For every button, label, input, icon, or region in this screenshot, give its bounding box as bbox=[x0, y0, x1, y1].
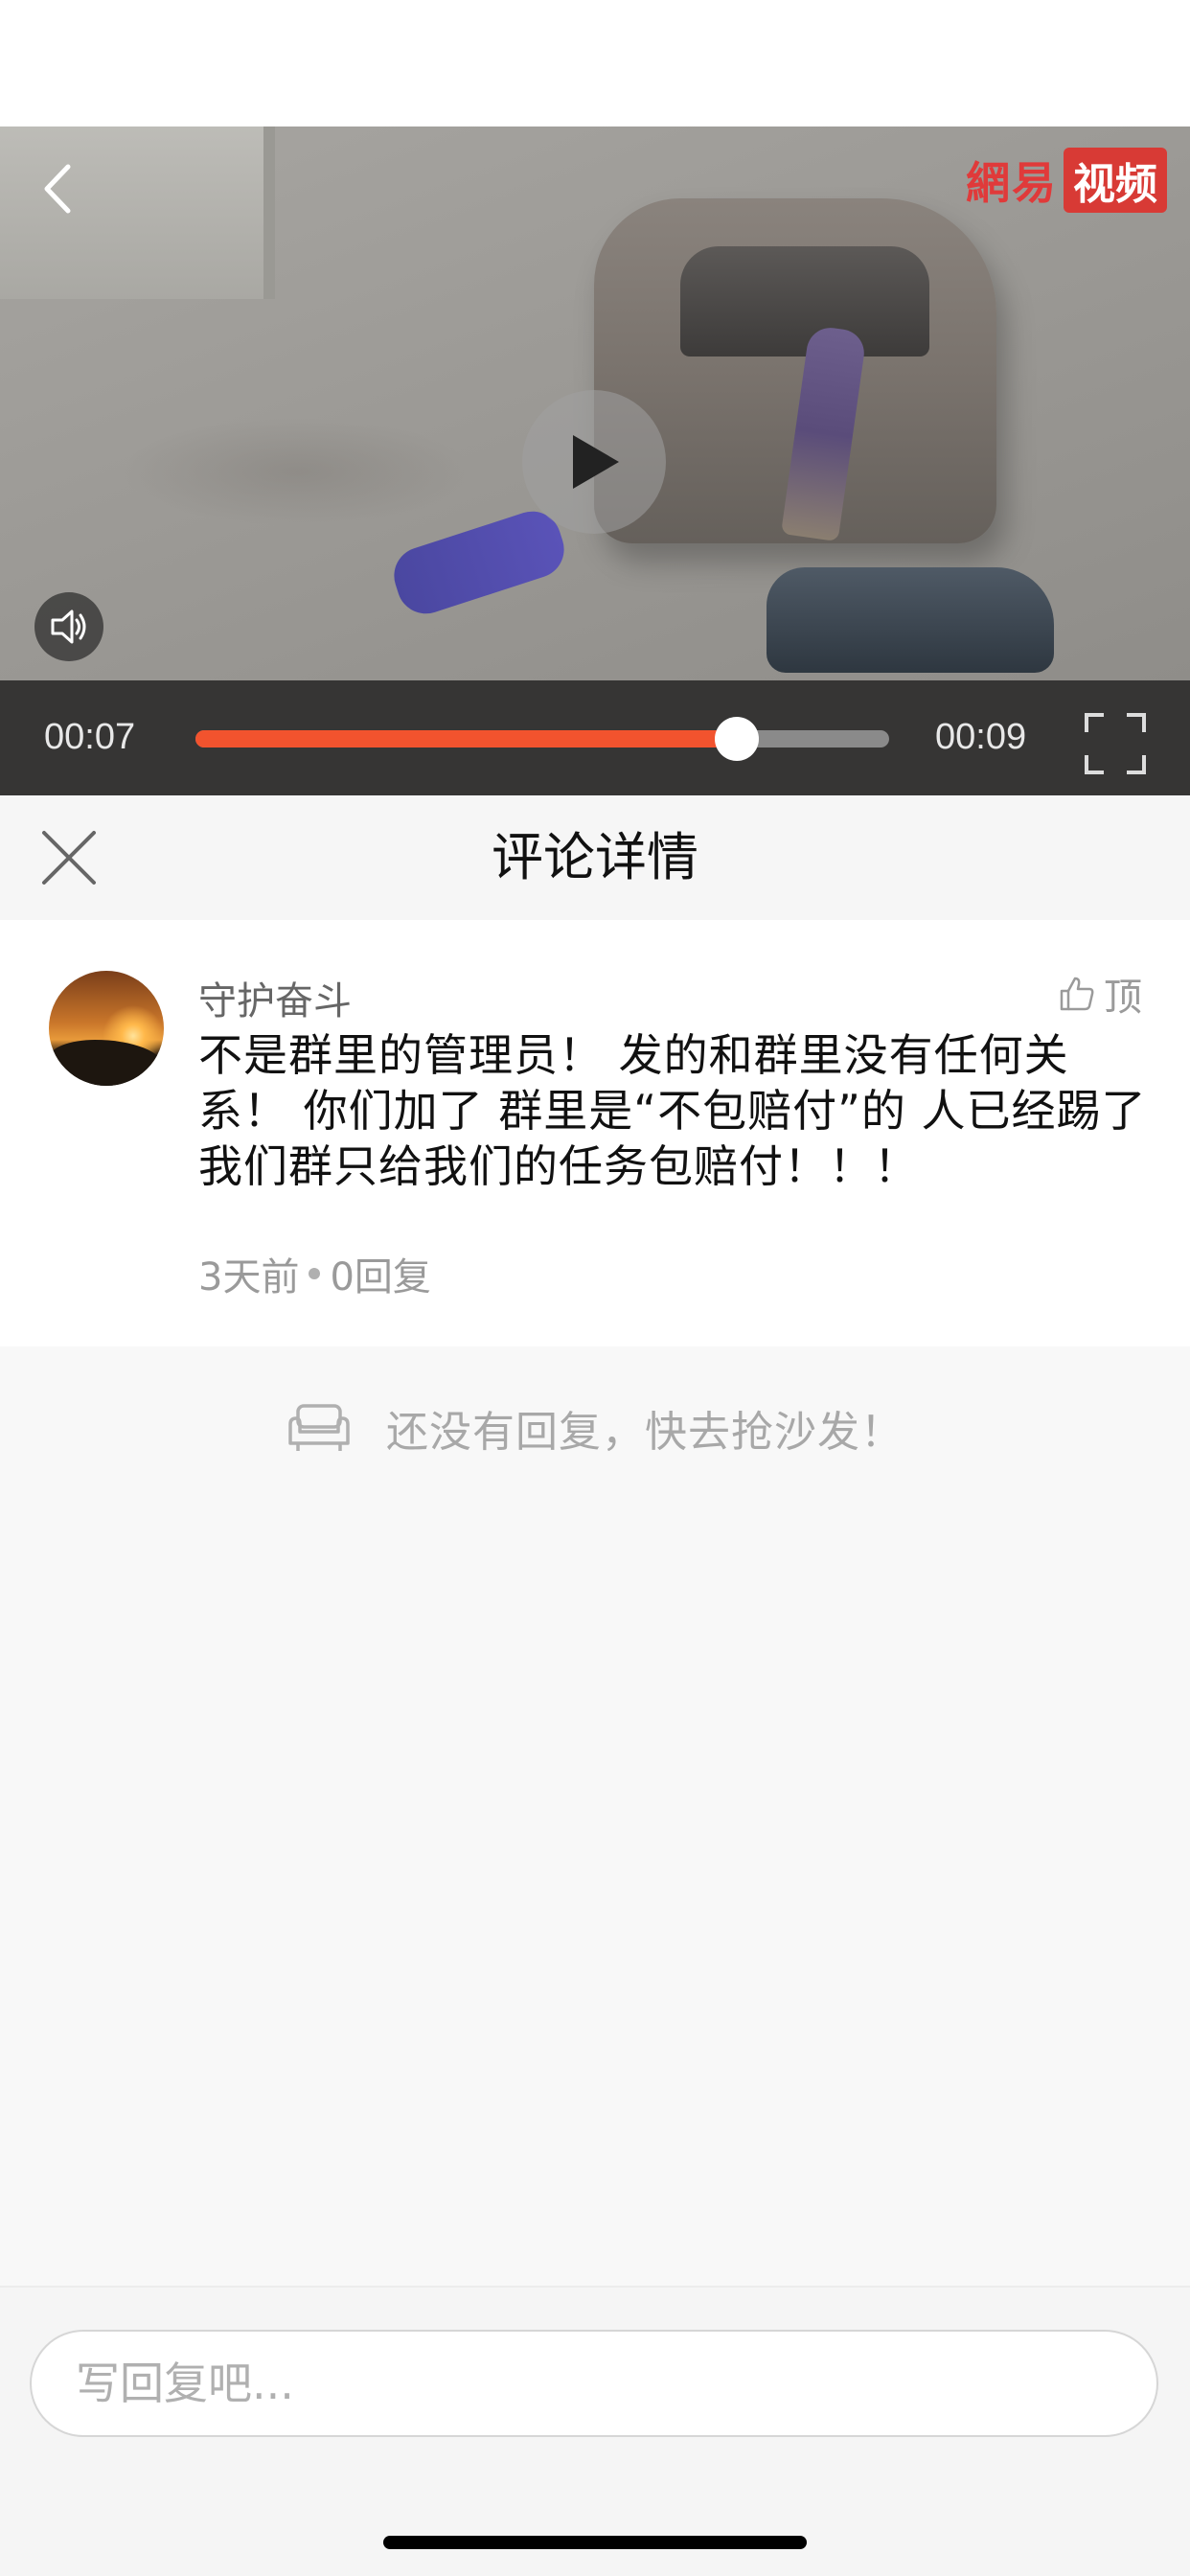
volume-button[interactable] bbox=[34, 592, 103, 661]
reply-input[interactable]: 写回复吧... bbox=[30, 2330, 1158, 2437]
comment-meta: 3天前 0回复 bbox=[198, 1246, 431, 1301]
empty-replies-text: 还没有回复，快去抢沙发！ bbox=[386, 1408, 904, 1457]
page-title: 评论详情 bbox=[492, 827, 698, 887]
netease-video-logo: 網易 视频 bbox=[966, 148, 1167, 213]
comment-time: 3天前 bbox=[198, 1255, 300, 1300]
comment-detail-page: 網易 视频 00:07 00:09 评论详情 守护奋斗 顶 不是群里的管理员！ … bbox=[0, 0, 1190, 2576]
avatar[interactable] bbox=[49, 971, 164, 1086]
like-button[interactable]: 顶 bbox=[1058, 966, 1142, 1022]
reply-count[interactable]: 0回复 bbox=[330, 1246, 430, 1301]
close-button[interactable] bbox=[38, 827, 100, 888]
chevron-left-icon bbox=[44, 164, 71, 214]
like-label: 顶 bbox=[1104, 976, 1142, 1020]
progress-bar[interactable] bbox=[195, 717, 889, 761]
comment-text: 不是群里的管理员！ 发的和群里没有任何关系！ 你们加了 群里是“不包赔付”的 人… bbox=[198, 1029, 1147, 1192]
video-controls-bar: 00:07 00:09 bbox=[0, 680, 1190, 795]
video-scene-scooter bbox=[767, 567, 1054, 673]
home-indicator[interactable] bbox=[383, 2536, 807, 2549]
video-player[interactable]: 網易 视频 00:07 00:09 bbox=[0, 126, 1190, 795]
sofa-icon bbox=[288, 1404, 350, 1451]
reply-footer: 写回复吧... bbox=[0, 2286, 1190, 2576]
comment-detail-header: 评论详情 bbox=[0, 795, 1190, 920]
logo-box-text: 视频 bbox=[1064, 148, 1167, 213]
comment-card: 守护奋斗 顶 不是群里的管理员！ 发的和群里没有任何关系！ 你们加了 群里是“不… bbox=[0, 920, 1190, 1346]
total-time: 00:09 bbox=[935, 717, 1027, 757]
play-icon bbox=[573, 435, 619, 489]
progress-thumb[interactable] bbox=[714, 717, 759, 761]
fullscreen-icon bbox=[1085, 713, 1146, 774]
progress-fill bbox=[195, 730, 737, 748]
logo-text: 網易 bbox=[966, 157, 1058, 209]
back-button[interactable] bbox=[29, 155, 86, 222]
close-icon bbox=[42, 831, 96, 885]
thumbs-up-icon bbox=[1060, 977, 1094, 1011]
play-button[interactable] bbox=[522, 390, 666, 534]
separator-dot bbox=[309, 1268, 321, 1279]
volume-icon bbox=[51, 610, 86, 644]
video-scene-fallen-person bbox=[386, 503, 572, 622]
status-bar bbox=[0, 0, 1190, 126]
empty-replies: 还没有回复，快去抢沙发！ bbox=[0, 1385, 1190, 1471]
fullscreen-button[interactable] bbox=[1085, 713, 1146, 774]
current-time: 00:07 bbox=[44, 717, 136, 757]
comment-username[interactable]: 守护奋斗 bbox=[198, 970, 352, 1025]
